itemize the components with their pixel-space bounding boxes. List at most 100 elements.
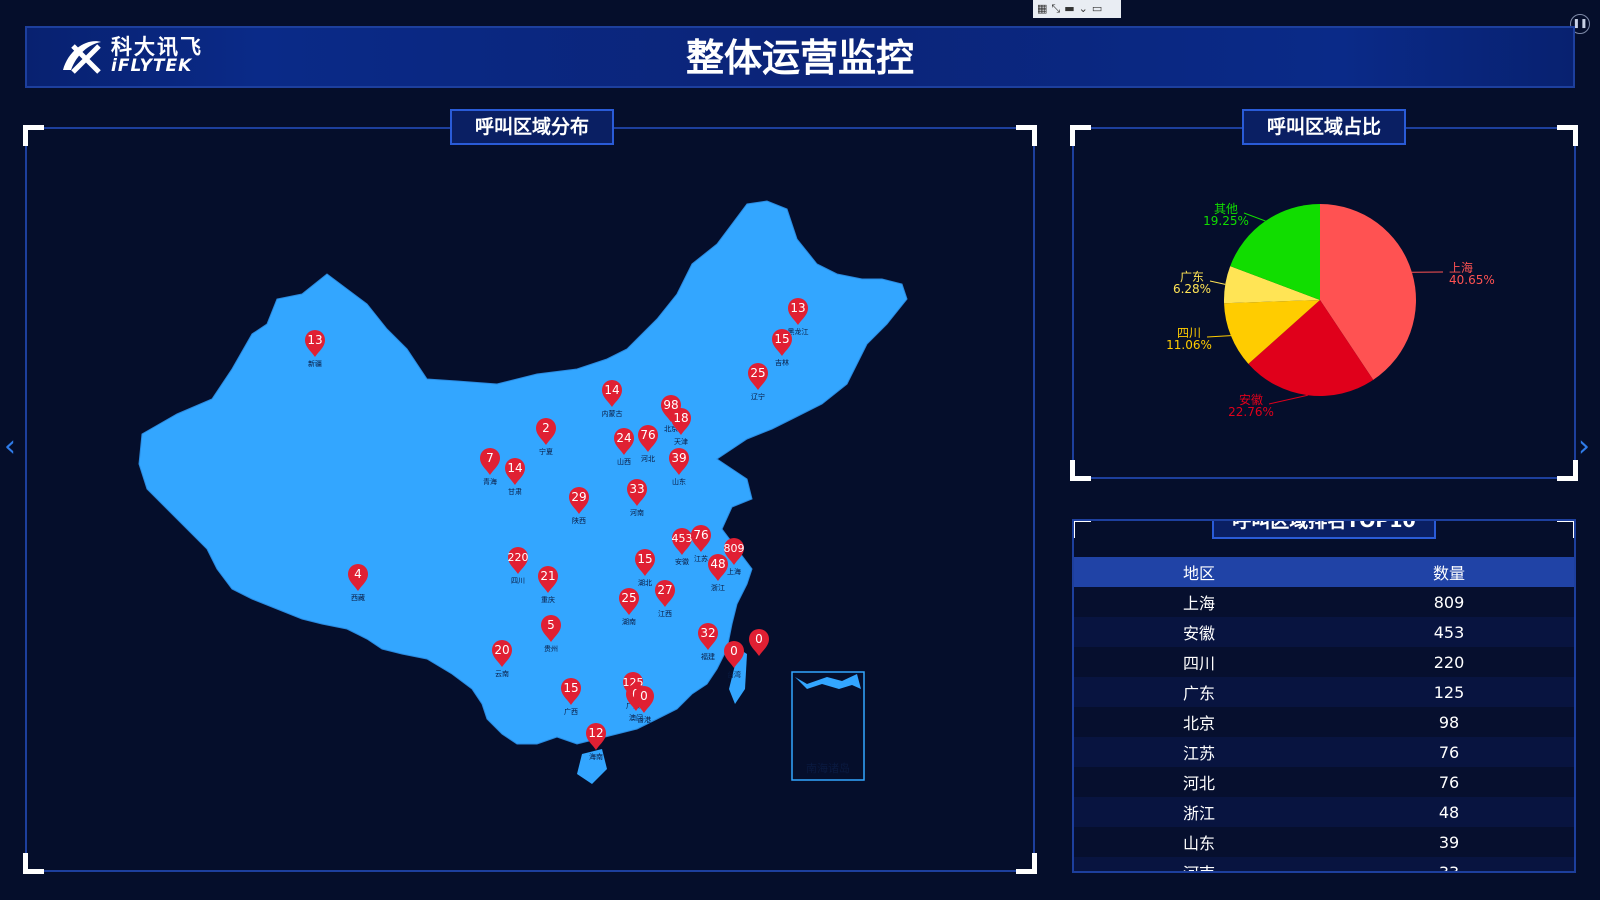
collapse-icon[interactable]: ⤡: [1051, 0, 1060, 18]
map-marker-label: 青海: [483, 477, 497, 486]
table-row[interactable]: 江苏 76: [1074, 737, 1574, 767]
map-marker-label: 香港: [637, 715, 651, 724]
map-marker-value: 15: [774, 332, 789, 346]
map-marker-label: 台湾: [727, 670, 741, 679]
table-row[interactable]: 河北 76: [1074, 767, 1574, 797]
pie-slice-percent: 19.25%: [1203, 214, 1249, 228]
rank-panel-title: 呼叫区域排名TOP10: [1212, 521, 1436, 539]
cell-region: 广东: [1074, 677, 1324, 707]
map-marker-value: 18: [673, 411, 688, 425]
map-marker-label: 重庆: [541, 595, 555, 604]
map-marker-value: 39: [671, 451, 686, 465]
pie-label-line: [1268, 394, 1308, 405]
map-marker-label: 山东: [672, 477, 686, 486]
table-row[interactable]: 河南33: [1074, 857, 1574, 871]
map-marker-value: 0: [730, 644, 738, 658]
map-marker-value: 2: [542, 421, 550, 435]
map-marker-value: 5: [547, 618, 555, 632]
pie-chart[interactable]: 上海40.65%安徽22.76%四川11.06%广东6.28%其他19.25%: [1074, 129, 1574, 477]
map-marker-label: 广西: [564, 707, 578, 716]
table-row[interactable]: 上海 809: [1074, 587, 1574, 617]
map-marker-value: 809: [724, 542, 745, 555]
pie-slice-percent: 22.76%: [1228, 405, 1274, 419]
cell-region: 山东: [1074, 827, 1324, 857]
pie-label-line: [1206, 335, 1231, 338]
map-marker-label: 山西: [617, 457, 631, 466]
map-marker-value: 21: [540, 569, 555, 583]
map-marker-label: 江西: [658, 610, 672, 618]
map-marker[interactable]: 0: [749, 629, 769, 656]
map-marker-value: 27: [657, 583, 672, 597]
map-marker-value: 12: [588, 726, 603, 740]
map-marker-value: 453: [672, 532, 693, 545]
china-map[interactable]: 南海诸岛 13新疆4西藏7青海14甘肃2宁夏14内蒙古13黑龙江15吉林25辽宁…: [27, 129, 1033, 870]
map-marker-label: 天津: [674, 438, 688, 446]
cell-region: 四川: [1074, 647, 1324, 677]
cell-region: 河南: [1074, 857, 1324, 871]
map-marker-label: 四川: [511, 577, 525, 585]
map-marker-label: 江苏: [694, 554, 708, 563]
map-marker-value: 4: [354, 567, 362, 581]
table-row[interactable]: 山东 39: [1074, 827, 1574, 857]
header-bar: 科大讯飞 iFLYTEK 整体运营监控: [25, 26, 1575, 88]
cell-region: 上海: [1074, 587, 1324, 617]
next-arrow-icon[interactable]: ›: [1578, 432, 1590, 462]
cell-count: 33: [1324, 857, 1574, 871]
cell-count: 98: [1324, 707, 1574, 737]
map-marker-label: 安徽: [675, 557, 689, 566]
map-marker-label: 浙江: [711, 583, 725, 592]
map-marker-value: 25: [621, 591, 636, 605]
map-marker-value: 25: [750, 366, 765, 380]
map-marker-label: 福建: [701, 652, 715, 661]
map-panel: 呼叫区域分布 南海诸岛 13 新疆 4 西藏 7 青海 14 甘肃 2 宁夏 14 内蒙古 13 黑龙江 1…: [23, 109, 1037, 874]
pie-slice-percent: 40.65%: [1449, 273, 1495, 287]
table-row[interactable]: 浙江 48: [1074, 797, 1574, 827]
rank-table-header: 地区 数量: [1074, 557, 1574, 587]
map-marker-value: 33: [629, 482, 644, 496]
cell-region: 河北: [1074, 767, 1324, 797]
map-marker-value: 13: [307, 333, 322, 347]
cell-count: 220: [1324, 647, 1574, 677]
cell-count: 453: [1324, 617, 1574, 647]
map-marker-value: 76: [693, 528, 708, 542]
map-marker-label: 云南: [495, 669, 509, 678]
south-sea-label: 南海诸岛: [806, 761, 850, 775]
table-row[interactable]: 北京 98: [1074, 707, 1574, 737]
page-title: 整体运营监控: [685, 36, 914, 80]
cell-count: 809: [1324, 587, 1574, 617]
minimize-icon[interactable]: ▬: [1064, 0, 1074, 18]
map-marker-label: 河北: [641, 455, 655, 463]
map-marker-label: 湖北: [638, 578, 652, 587]
map-marker-value: 0: [755, 632, 763, 646]
map-marker-value: 14: [507, 461, 522, 475]
chevron-down-icon[interactable]: ⌄: [1079, 0, 1088, 18]
south-sea-inset-coast: [795, 674, 861, 689]
map-marker-value: 15: [637, 552, 652, 566]
map-marker-label: 湖南: [622, 617, 636, 626]
table-row[interactable]: 广东 125: [1074, 677, 1574, 707]
map-marker-value: 32: [700, 626, 715, 640]
prev-arrow-icon[interactable]: ‹: [4, 432, 16, 462]
cell-region: 浙江: [1074, 797, 1324, 827]
table-row[interactable]: 四川 220: [1074, 647, 1574, 677]
grid-icon[interactable]: ▦: [1037, 0, 1047, 18]
map-marker-value: 14: [604, 383, 619, 397]
map-marker-value: 15: [563, 681, 578, 695]
map-marker-value: 24: [616, 431, 631, 445]
pie-slice-percent: 6.28%: [1173, 282, 1211, 296]
map-marker-value: 0: [640, 689, 648, 703]
map-marker-value: 220: [508, 551, 529, 564]
cell-count: 76: [1324, 737, 1574, 767]
map-marker-label: 辽宁: [751, 392, 765, 401]
window-controls[interactable]: ▦ ⤡ ▬ ⌄ ▭: [1033, 0, 1121, 18]
pie-panel: 呼叫区域占比 上海 40.65% 安徽 22.76% 四川 11.06% 广东 6.28% 其他…: [1070, 109, 1578, 481]
table-row[interactable]: 安徽 453: [1074, 617, 1574, 647]
rank-panel: 呼叫区域排名TOP10 地区 数量 上海 809 安徽 453 四川 220 广东 125 北京…: [1072, 519, 1576, 873]
map-marker-label: 新疆: [308, 359, 322, 368]
cell-region: 安徽: [1074, 617, 1324, 647]
map-marker-label: 内蒙古: [602, 409, 623, 418]
col-header-count: 数量: [1324, 557, 1574, 587]
map-marker-label: 河南: [630, 508, 644, 517]
screen-icon[interactable]: ▭: [1092, 0, 1102, 18]
map-marker-label: 吉林: [775, 358, 789, 367]
